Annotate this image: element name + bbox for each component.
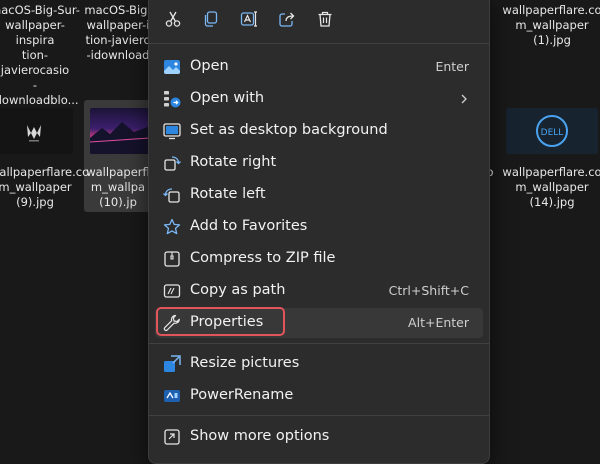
path-icon — [163, 282, 181, 300]
file-macos-wallpaper-1[interactable]: macOS-Big-Sur- wallpaper-inspira tion-ja… — [0, 3, 80, 108]
file-macos-wallpaper-2[interactable]: macOS-Big- wallpaper-i tion-javiero -ido… — [84, 3, 152, 63]
context-menu: Open Enter Open with Set as desktop back… — [148, 0, 490, 464]
file-label: wallpaperflare.co m_wallpaper (14).jpg — [502, 165, 600, 209]
menu-item-power-rename[interactable]: PowerRename — [155, 381, 483, 411]
menu-item-label: Rotate left — [190, 186, 266, 202]
rotate-right-icon — [163, 154, 181, 172]
menu-item-add-to-favorites[interactable]: Add to Favorites — [155, 212, 483, 242]
cut-button[interactable] — [159, 5, 187, 33]
svg-text:DELL: DELL — [541, 128, 564, 138]
rename-button[interactable] — [235, 5, 263, 33]
more-options-icon — [163, 428, 181, 446]
menu-item-label: Rotate right — [190, 154, 277, 170]
menu-item-label: Resize pictures — [190, 355, 300, 371]
toolbar-divider — [149, 43, 489, 44]
star-icon — [163, 218, 181, 236]
menu-item-label: PowerRename — [190, 387, 294, 403]
resize-icon — [163, 355, 181, 373]
file-label: wallpaperflare.co m_wallpaper (9).jpg — [0, 165, 90, 209]
delete-button[interactable] — [311, 5, 339, 33]
file-wallpaper-9[interactable]: wallpaperflare.co m_wallpaper (9).jpg — [0, 165, 90, 210]
open-with-icon — [163, 90, 181, 108]
menu-item-show-more-options[interactable]: Show more options — [155, 422, 483, 452]
menu-item-properties[interactable]: Properties Alt+Enter — [155, 307, 483, 338]
file-label: macOS-Big-Sur- wallpaper-inspira tion-ja… — [0, 3, 80, 107]
menu-item-label: Show more options — [190, 428, 330, 444]
power-rename-icon — [163, 387, 181, 405]
msi-logo-icon — [27, 125, 41, 142]
context-menu-toolbar — [149, 0, 489, 49]
rename-icon — [240, 11, 257, 27]
file-wallpaper-1[interactable]: wallpaperflare.co m_wallpaper (1).jpg — [497, 3, 600, 48]
mountain-icon — [90, 122, 150, 154]
file-wallpaper-14[interactable]: wallpaperflare.co m_wallpaper (14).jpg — [497, 165, 600, 210]
menu-item-label: Open with — [190, 90, 265, 106]
menu-item-compress-zip[interactable]: Compress to ZIP file — [155, 244, 483, 274]
menu-item-label: Open — [190, 58, 229, 74]
desktop-icon — [163, 122, 181, 140]
file-label: wallpaperfl m_wallpa (10).jp — [86, 165, 150, 209]
menu-item-shortcut: Ctrl+Shift+C — [388, 283, 469, 298]
menu-item-shortcut: Alt+Enter — [408, 315, 469, 330]
menu-item-resize-pictures[interactable]: Resize pictures — [155, 349, 483, 379]
menu-item-copy-as-path[interactable]: Copy as path Ctrl+Shift+C — [155, 276, 483, 306]
cut-icon — [165, 11, 181, 27]
menu-item-label: Add to Favorites — [190, 218, 308, 234]
menu-item-open-with[interactable]: Open with — [155, 84, 483, 114]
delete-icon — [318, 11, 332, 27]
menu-item-label: Copy as path — [190, 282, 286, 298]
zip-icon — [163, 250, 181, 268]
share-icon — [279, 12, 295, 27]
menu-item-label: Set as desktop background — [190, 122, 388, 138]
image-icon — [163, 58, 181, 76]
menu-item-set-desktop-background[interactable]: Set as desktop background — [155, 116, 483, 146]
menu-item-shortcut: Enter — [435, 59, 469, 74]
copy-button[interactable] — [197, 5, 225, 33]
copy-icon — [204, 11, 218, 27]
menu-item-open[interactable]: Open Enter — [155, 52, 483, 82]
menu-item-label: Compress to ZIP file — [190, 250, 336, 266]
file-label: wallpaperflare.co m_wallpaper (1).jpg — [502, 3, 600, 47]
rotate-left-icon — [163, 186, 181, 204]
thumbnail-neon-landscape[interactable] — [90, 108, 150, 154]
wrench-icon — [163, 314, 181, 332]
menu-item-rotate-right[interactable]: Rotate right — [155, 148, 483, 178]
menu-divider — [149, 415, 489, 416]
share-button[interactable] — [273, 5, 301, 33]
menu-divider — [149, 343, 489, 344]
dell-logo-icon: DELL — [536, 115, 568, 147]
chevron-right-icon — [461, 94, 467, 104]
thumbnail-dell-logo[interactable]: DELL — [506, 108, 598, 154]
thumbnail-msi-logo[interactable] — [0, 108, 73, 154]
file-wallpaper-10[interactable]: wallpaperfl m_wallpa (10).jp — [84, 165, 152, 210]
menu-item-label: Properties — [190, 314, 264, 330]
file-label: macOS-Big- wallpaper-i tion-javiero -ido… — [84, 3, 152, 62]
menu-item-rotate-left[interactable]: Rotate left — [155, 180, 483, 210]
